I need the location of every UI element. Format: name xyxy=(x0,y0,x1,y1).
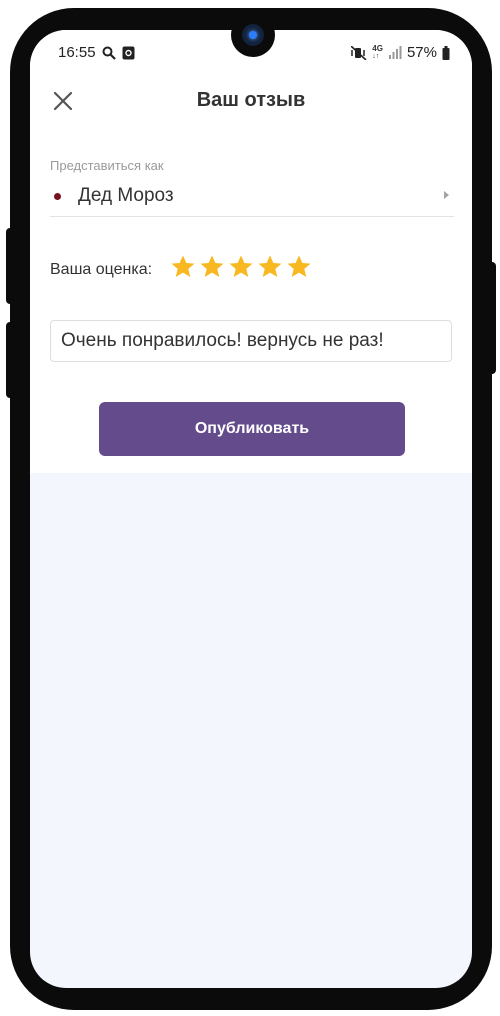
data-arrows-icon: ↓↑ xyxy=(372,52,380,60)
star-icon[interactable] xyxy=(286,254,312,280)
identity-dot xyxy=(54,193,61,200)
star-icon[interactable] xyxy=(170,254,196,280)
star-icon[interactable] xyxy=(228,254,254,280)
battery-percent: 57% xyxy=(406,44,437,61)
vibrate-mute-icon xyxy=(351,45,367,60)
status-time: 16:55 xyxy=(58,44,96,61)
search-icon xyxy=(102,46,116,60)
app-notification-icon xyxy=(122,46,135,59)
star-icon[interactable] xyxy=(257,254,283,280)
network-type: 4G ↓↑ xyxy=(372,43,383,61)
page-title: Ваш отзыв xyxy=(196,89,306,111)
phone-screen: 16:55 4G ↓↑ 57% Ваш отзыв Представиться … xyxy=(30,30,472,988)
star-icon[interactable] xyxy=(199,254,225,280)
review-input[interactable] xyxy=(50,320,452,362)
caret-right-icon xyxy=(444,191,449,199)
rating-label: Ваша оценка: xyxy=(50,261,153,278)
signal-icon xyxy=(388,46,402,59)
post-as-value: Дед Мороз xyxy=(78,185,174,206)
post-as-select[interactable]: Дед Мороз xyxy=(50,180,454,217)
battery-icon xyxy=(442,45,450,60)
rating-stars[interactable] xyxy=(170,254,312,280)
post-as-label: Представиться как xyxy=(50,158,164,173)
network-label: 4G xyxy=(372,43,383,53)
app-bar: Ваш отзыв xyxy=(30,74,472,128)
front-camera xyxy=(231,13,275,57)
review-form: Представиться как Дед Мороз Ваша оценка:… xyxy=(30,128,472,473)
publish-button[interactable]: Опубликовать xyxy=(99,402,405,456)
